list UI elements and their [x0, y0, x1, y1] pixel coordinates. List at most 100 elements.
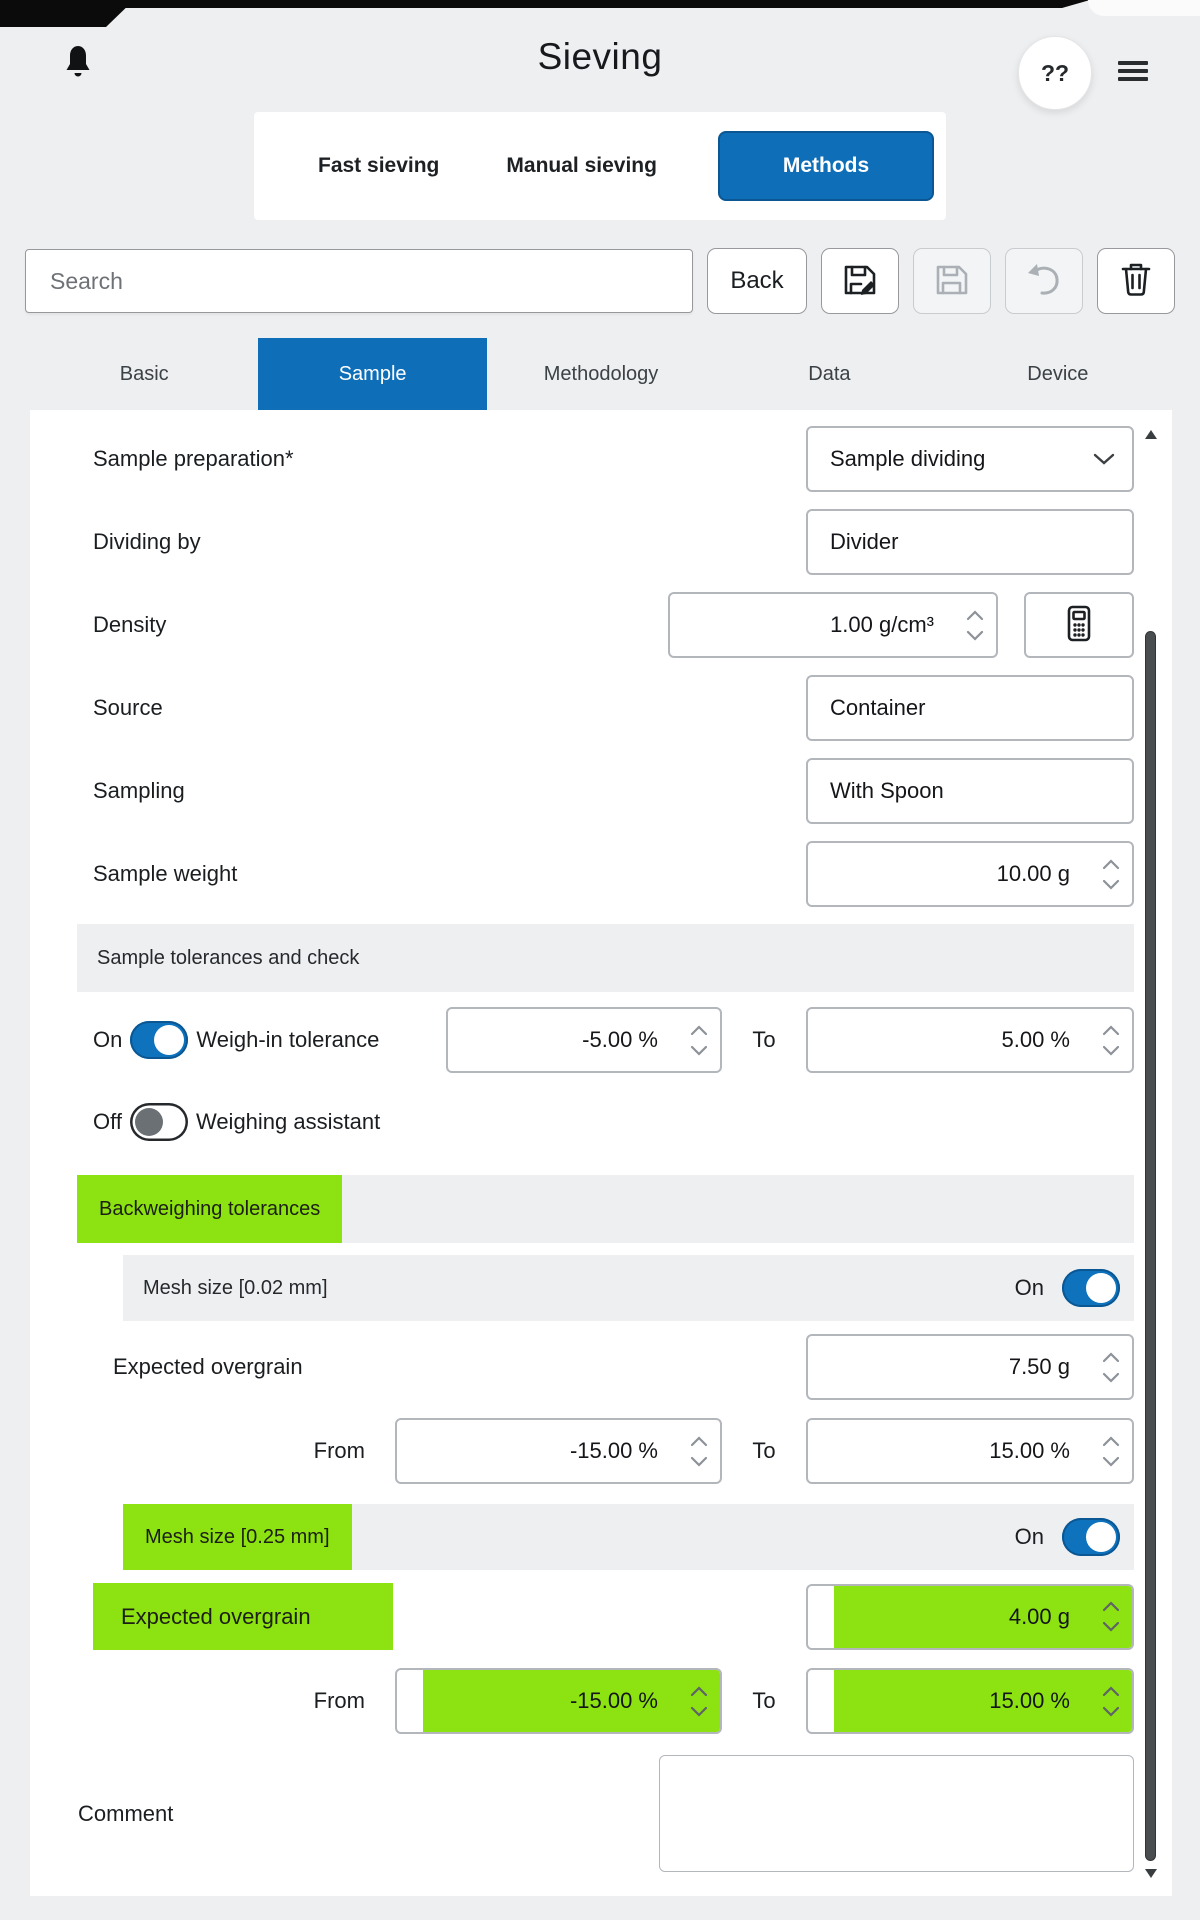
mesh2-toggle[interactable] [1062, 1518, 1120, 1556]
mesh1-from-input[interactable]: -15.00 % [395, 1418, 722, 1484]
undo-icon [1024, 261, 1064, 302]
density-value: 1.00 g/cm³ [830, 612, 934, 638]
mesh2-to-highlight [834, 1670, 1132, 1732]
density-input[interactable]: 1.00 g/cm³ [668, 592, 998, 658]
mesh1-overgrain-input[interactable]: 7.50 g [806, 1334, 1134, 1400]
save-as-button[interactable] [821, 248, 899, 314]
mesh2-header: Mesh size [0.25 mm] On [123, 1504, 1134, 1570]
sample-weight-spinner[interactable] [1102, 843, 1120, 905]
scrollbar-down-arrow[interactable] [1144, 1866, 1158, 1880]
mesh2-from-input[interactable]: -15.00 % [395, 1668, 722, 1734]
comment-textarea[interactable] [659, 1755, 1134, 1872]
row-sample-weight: Sample weight 10.00 g [30, 841, 1172, 907]
mesh2-from-label: From [93, 1688, 365, 1714]
mesh2-from-value: -15.00 % [570, 1688, 658, 1714]
mesh1-toggle[interactable] [1062, 1269, 1120, 1307]
mesh2-fromto-row: From -15.00 % To 15.00 % [30, 1668, 1172, 1734]
mesh1-to-spinner[interactable] [1102, 1420, 1120, 1482]
back-button[interactable]: Back [707, 248, 807, 314]
mesh1-overgrain-row: Expected overgrain 7.50 g [30, 1334, 1172, 1400]
dividing-by-input[interactable]: Divider [806, 509, 1134, 575]
mesh1-from-label: From [93, 1438, 365, 1464]
row-sample-preparation: Sample preparation* Sample dividing [30, 426, 1172, 492]
trash-icon [1115, 258, 1157, 305]
scrollbar-thumb[interactable] [1145, 631, 1156, 1861]
weighing-assistant-toggle[interactable] [130, 1103, 188, 1141]
sample-form: Sample preparation* Sample dividing Divi… [30, 410, 1172, 1872]
search-input[interactable] [25, 249, 693, 313]
mesh2-overgrain-value: 4.00 g [1009, 1604, 1070, 1630]
help-button[interactable]: ?? [1018, 36, 1092, 110]
subtab-methodology[interactable]: Methodology [487, 338, 715, 410]
subtab-basic[interactable]: Basic [30, 338, 258, 410]
mesh2-to-spinner[interactable] [1102, 1670, 1120, 1732]
method-sub-tabs: Basic Sample Methodology Data Device [30, 338, 1172, 410]
calculator-icon [1059, 603, 1099, 648]
sample-preparation-select[interactable]: Sample dividing [806, 426, 1134, 492]
mesh1-overgrain-spinner[interactable] [1102, 1336, 1120, 1398]
section-sample-tolerances: Sample tolerances and check [77, 924, 1134, 992]
mesh1-title: Mesh size [0.02 mm] [123, 1277, 328, 1300]
mesh1-to-input[interactable]: 15.00 % [806, 1418, 1134, 1484]
mesh2-overgrain-highlight [834, 1586, 1132, 1648]
mesh2-overgrain-row: Expected overgrain 4.00 g [30, 1583, 1172, 1650]
comment-label: Comment [78, 1801, 659, 1827]
dividing-by-value: Divider [830, 529, 898, 555]
save-button[interactable] [913, 248, 991, 314]
subtab-data[interactable]: Data [715, 338, 943, 410]
main-tab-bar: Fast sieving Manual sieving Methods [254, 112, 946, 220]
sample-preparation-value: Sample dividing [830, 446, 985, 472]
weigh-in-label: Weigh-in tolerance [196, 1027, 379, 1053]
tab-fast-sieving[interactable]: Fast sieving [312, 144, 445, 188]
scrollbar-up-arrow[interactable] [1144, 428, 1158, 442]
subtab-sample[interactable]: Sample [258, 338, 486, 410]
row-sampling: Sampling With Spoon [30, 758, 1172, 824]
mesh1-from-spinner[interactable] [690, 1420, 708, 1482]
weigh-in-to-value: 5.00 % [1002, 1027, 1071, 1053]
mesh1-overgrain-value: 7.50 g [1009, 1354, 1070, 1380]
weigh-in-from-input[interactable]: -5.00 % [446, 1007, 722, 1073]
row-dividing-by: Dividing by Divider [30, 509, 1172, 575]
weigh-in-to-input[interactable]: 5.00 % [806, 1007, 1134, 1073]
row-source: Source Container [30, 675, 1172, 741]
section-sample-tolerances-title: Sample tolerances and check [77, 947, 359, 970]
delete-button[interactable] [1097, 248, 1175, 314]
mesh1-from-value: -15.00 % [570, 1438, 658, 1464]
hamburger-icon [1118, 61, 1148, 65]
sample-weight-input[interactable]: 10.00 g [806, 841, 1134, 907]
weigh-in-toggle[interactable] [130, 1021, 188, 1059]
mesh1-to-label: To [722, 1438, 806, 1464]
mesh1-overgrain-label: Expected overgrain [113, 1354, 806, 1380]
weigh-in-from-spinner[interactable] [690, 1009, 708, 1071]
vertical-scrollbar[interactable] [1144, 428, 1158, 1883]
mesh2-overgrain-spinner[interactable] [1102, 1586, 1120, 1648]
row-comment: Comment [30, 1755, 1172, 1872]
save-edit-icon [839, 259, 881, 304]
method-editor-card: Basic Sample Methodology Data Device Sam… [30, 338, 1172, 1896]
tab-methods[interactable]: Methods [718, 131, 934, 201]
mesh2-overgrain-input[interactable]: 4.00 g [806, 1584, 1134, 1650]
undo-button[interactable] [1005, 248, 1083, 314]
sample-weight-label: Sample weight [93, 861, 806, 887]
dividing-by-label: Dividing by [93, 529, 806, 555]
weighing-assistant-state-label: Off [93, 1109, 122, 1135]
subtab-device[interactable]: Device [944, 338, 1172, 410]
weigh-in-state-label: On [93, 1027, 122, 1053]
density-calculator-button[interactable] [1024, 592, 1134, 658]
section-backweighing: Backweighing tolerances [77, 1175, 1134, 1243]
source-value: Container [830, 695, 925, 721]
mesh2-to-label: To [722, 1688, 806, 1714]
mesh2-overgrain-label-highlight: Expected overgrain [93, 1583, 393, 1650]
density-spinner[interactable] [966, 594, 984, 656]
mesh2-to-value: 15.00 % [989, 1688, 1070, 1714]
mesh2-from-spinner[interactable] [690, 1670, 708, 1732]
hamburger-menu-button[interactable] [1118, 56, 1154, 86]
sampling-input[interactable]: With Spoon [806, 758, 1134, 824]
weigh-in-to-spinner[interactable] [1102, 1009, 1120, 1071]
tab-manual-sieving[interactable]: Manual sieving [500, 144, 663, 188]
help-label: ?? [1041, 60, 1069, 87]
source-input[interactable]: Container [806, 675, 1134, 741]
sampling-value: With Spoon [830, 778, 944, 804]
mesh2-to-input[interactable]: 15.00 % [806, 1668, 1134, 1734]
app-header: Sieving ?? [0, 0, 1200, 112]
